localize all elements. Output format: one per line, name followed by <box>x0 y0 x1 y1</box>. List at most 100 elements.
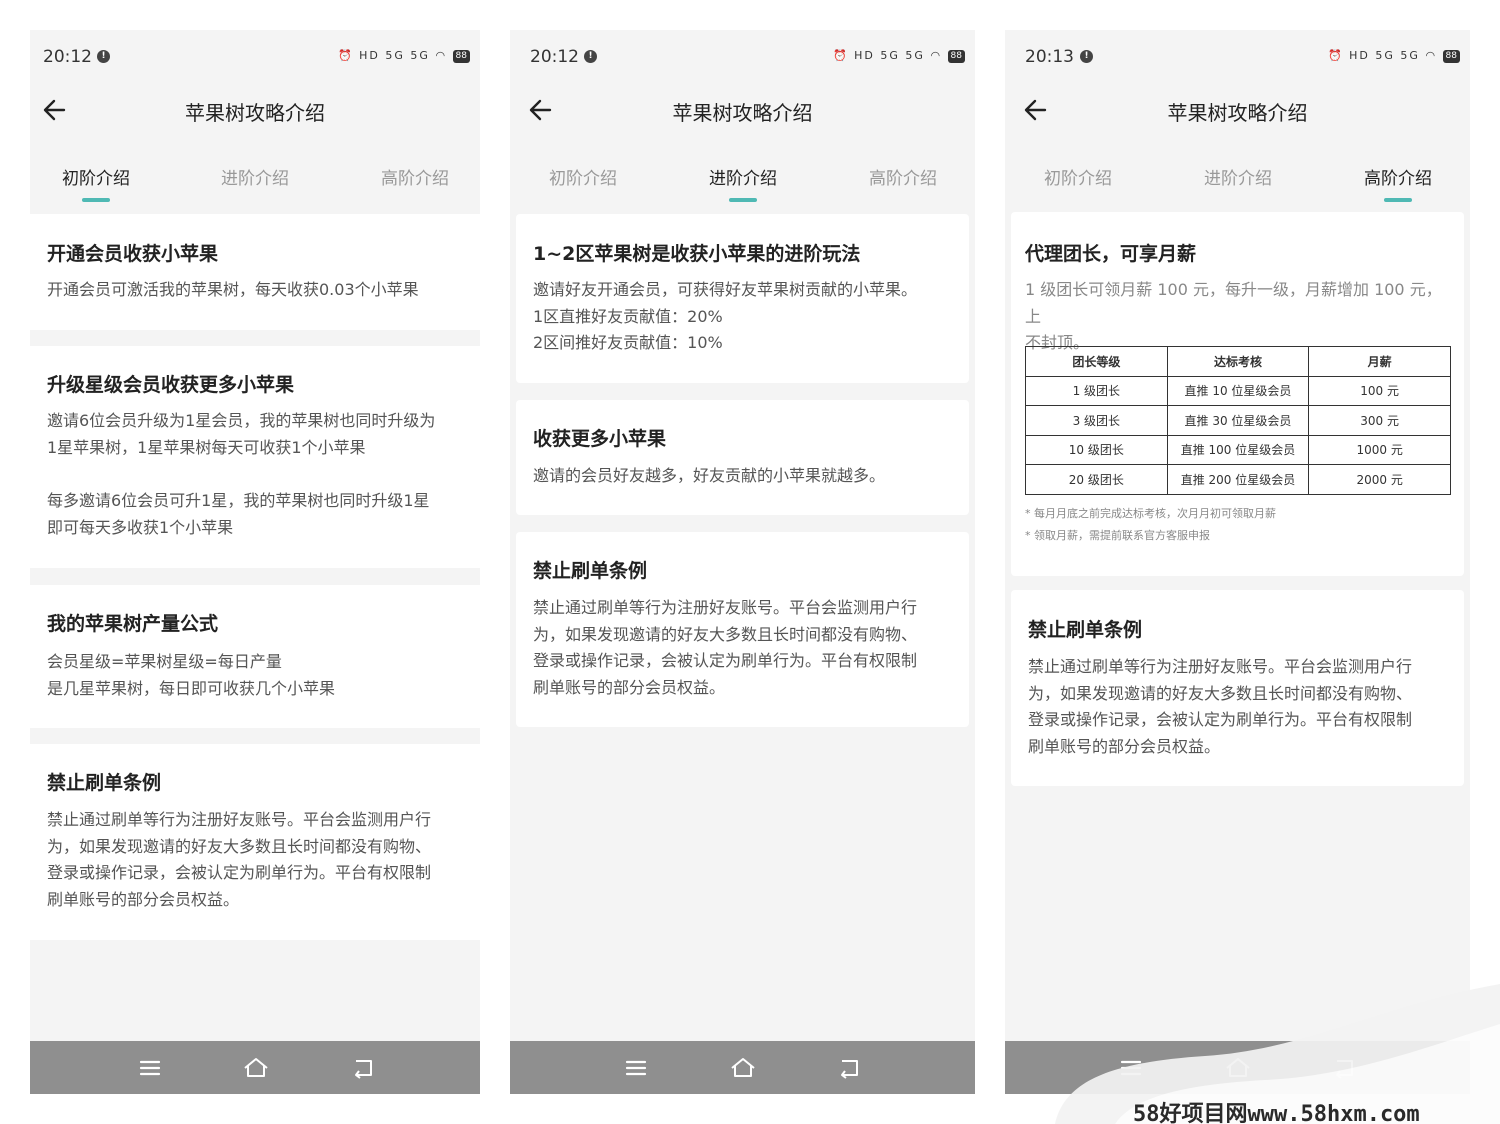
footnote: * 领取月薪，需提前联系官方客服申报 <box>1025 529 1210 542</box>
card-line <box>47 461 466 488</box>
card-title: 我的苹果树产量公式 <box>47 613 219 635</box>
signal-icons: ⏰ HD 5G 5G ◠ <box>337 49 448 62</box>
notification-icon: ! <box>1080 50 1093 63</box>
card-line: 1 级团长可领月薪 100 元，每升一级，月薪增加 100 元，上 <box>1025 280 1442 326</box>
card-line: 登录或操作记录，会被认定为刷单行为。平台有权限制 <box>47 863 432 882</box>
card-title: 禁止刷单条例 <box>47 772 162 794</box>
card-line: 禁止通过刷单等行为注册好友账号。平台会监测用户行 <box>533 598 918 617</box>
card-line: 即可每天多收获1个小苹果 <box>47 517 234 537</box>
table-cell: 直推 200 位星级会员 <box>1166 464 1310 495</box>
card-text: 禁止通过刷单等行为注册好友账号。平台会监测用户行 为，如果发现邀请的好友大多数且… <box>533 595 955 701</box>
menu-icon[interactable] <box>622 1056 650 1080</box>
table-cell: 直推 100 位星级会员 <box>1166 434 1310 465</box>
card-line: 刷单账号的部分会员权益。 <box>533 677 726 697</box>
info-card: 禁止刷单条例 禁止通过刷单等行为注册好友账号。平台会监测用户行 为，如果发现邀请… <box>1011 590 1464 786</box>
info-card: 1~2区苹果树是收获小苹果的进阶玩法 邀请好友开通会员，可获得好友苹果树贡献的小… <box>516 214 969 383</box>
content-area: 开通会员收获小苹果 开通会员可激活我的苹果树，每天收获0.03个小苹果 升级星级… <box>30 214 480 1041</box>
tab-advanced[interactable]: 进阶介绍 <box>683 164 803 202</box>
notification-icon: ! <box>584 50 597 63</box>
table-cell: 20 级团长 <box>1025 464 1168 495</box>
table-cell: 2000 元 <box>1308 464 1451 495</box>
card-line: 邀请好友开通会员，可获得好友苹果树贡献的小苹果。 <box>533 280 918 299</box>
back-icon[interactable] <box>350 1056 378 1080</box>
info-card: 禁止刷单条例 禁止通过刷单等行为注册好友账号。平台会监测用户行 为，如果发现邀请… <box>516 532 969 727</box>
content-area: 1~2区苹果树是收获小苹果的进阶玩法 邀请好友开通会员，可获得好友苹果树贡献的小… <box>510 214 975 1041</box>
info-card: 禁止刷单条例 禁止通过刷单等行为注册好友账号。平台会监测用户行 为，如果发现邀请… <box>30 744 480 940</box>
card-title: 1~2区苹果树是收获小苹果的进阶玩法 <box>533 243 861 265</box>
status-icons: ⏰ HD 5G 5G ◠ 88 <box>833 49 965 63</box>
tab-beginner[interactable]: 初阶介绍 <box>523 164 643 189</box>
table-row: 20 级团长 直推 200 位星级会员 2000 元 <box>1025 464 1451 495</box>
card-line: 1区直推好友贡献值：20% <box>533 306 723 326</box>
tab-bar: 初阶介绍 进阶介绍 高阶介绍 <box>30 156 480 206</box>
phone-screen-expert: 20:13 ! ⏰ HD 5G 5G ◠ 88 苹果树攻略介绍 初阶介绍 进阶介… <box>1005 30 1470 1094</box>
table-cell: 300 元 <box>1308 405 1451 436</box>
menu-icon[interactable] <box>136 1056 164 1080</box>
table-cell: 直推 30 位星级会员 <box>1166 405 1310 436</box>
nav-bar: 苹果树攻略介绍 <box>30 82 480 138</box>
salary-table: 团长等级 达标考核 月薪 1 级团长 直推 10 位星级会员 100 元 3 级… <box>1025 346 1451 495</box>
tab-advanced[interactable]: 进阶介绍 <box>1178 164 1298 189</box>
signal-icons: ⏰ HD 5G 5G ◠ <box>832 49 943 62</box>
status-time: 20:13 <box>1025 47 1074 67</box>
signal-icons: ⏰ HD 5G 5G ◠ <box>1327 49 1438 62</box>
status-time: 20:12 <box>530 47 579 67</box>
card-title: 收获更多小苹果 <box>533 428 667 450</box>
card-text: 邀请的会员好友越多，好友贡献的小苹果就越多。 <box>533 463 955 490</box>
status-bar: 20:12 ! ⏰ HD 5G 5G ◠ 88 <box>30 30 480 82</box>
phone-screen-beginner: 20:12 ! ⏰ HD 5G 5G ◠ 88 苹果树攻略介绍 初阶介绍 进阶介… <box>30 30 480 1094</box>
table-cell: 1 级团长 <box>1025 375 1168 406</box>
tab-expert[interactable]: 高阶介绍 <box>1338 164 1458 202</box>
footnote: * 每月月底之前完成达标考核，次月月初可领取月薪 <box>1025 507 1276 520</box>
card-line: 每多邀请6位会员可升1星，我的苹果树也同时升级1星 <box>47 491 430 510</box>
card-line: 会员星级=苹果树星级=每日产量 <box>47 652 282 671</box>
tab-beginner[interactable]: 初阶介绍 <box>36 164 156 202</box>
info-card: 升级星级会员收获更多小苹果 邀请6位会员升级为1星会员，我的苹果树也同时升级为 … <box>30 346 480 568</box>
tab-advanced[interactable]: 进阶介绍 <box>195 164 315 189</box>
card-line: 1星苹果树，1星苹果树每天可收获1个小苹果 <box>47 437 366 457</box>
card-line: 为，如果发现邀请的好友大多数且长时间都没有购物、 <box>1028 683 1413 703</box>
tab-expert[interactable]: 高阶介绍 <box>843 164 963 189</box>
table-row: 1 级团长 直推 10 位星级会员 100 元 <box>1025 375 1451 406</box>
card-line: 登录或操作记录，会被认定为刷单行为。平台有权限制 <box>533 651 918 670</box>
card-line: 禁止通过刷单等行为注册好友账号。平台会监测用户行 <box>47 810 432 829</box>
tab-expert[interactable]: 高阶介绍 <box>355 164 475 189</box>
content-area: 代理团长，可享月薪 1 级团长可领月薪 100 元，每升一级，月薪增加 100 … <box>1005 212 1470 1041</box>
card-text: 禁止通过刷单等行为注册好友账号。平台会监测用户行 为，如果发现邀请的好友大多数且… <box>1028 654 1450 760</box>
card-title: 开通会员收获小苹果 <box>47 243 219 265</box>
table-cell: 直推 10 位星级会员 <box>1166 375 1310 406</box>
table-cell: 1000 元 <box>1308 434 1451 465</box>
card-line: 是几星苹果树，每日即可收获几个小苹果 <box>47 678 336 698</box>
home-icon[interactable] <box>729 1056 757 1080</box>
watermark-text: 58好项目网www.58hxm.com <box>1133 1102 1420 1124</box>
page-title: 苹果树攻略介绍 <box>1167 101 1308 125</box>
card-text: 邀请6位会员升级为1星会员，我的苹果树也同时升级为 1星苹果树，1星苹果树每天可… <box>47 408 466 541</box>
info-card: 收获更多小苹果 邀请的会员好友越多，好友贡献的小苹果就越多。 <box>516 400 969 515</box>
nav-bar: 苹果树攻略介绍 <box>510 82 975 138</box>
notification-icon: ! <box>97 50 110 63</box>
card-text: 会员星级=苹果树星级=每日产量 是几星苹果树，每日即可收获几个小苹果 <box>47 649 466 702</box>
home-icon[interactable] <box>242 1056 270 1080</box>
battery-icon: 88 <box>452 49 470 63</box>
status-bar: 20:13 ! ⏰ HD 5G 5G ◠ 88 <box>1005 30 1470 82</box>
card-line: 邀请6位会员升级为1星会员，我的苹果树也同时升级为 <box>47 411 436 430</box>
card-title: 代理团长，可享月薪 <box>1025 243 1197 265</box>
back-icon[interactable] <box>836 1056 864 1080</box>
battery-icon: 88 <box>1442 49 1460 63</box>
status-bar: 20:12 ! ⏰ HD 5G 5G ◠ 88 <box>510 30 975 82</box>
card-line: 刷单账号的部分会员权益。 <box>1028 736 1221 756</box>
table-row: 10 级团长 直推 100 位星级会员 1000 元 <box>1025 434 1451 465</box>
status-icons: ⏰ HD 5G 5G ◠ 88 <box>1328 49 1460 63</box>
card-line: 开通会员可激活我的苹果树，每天收获0.03个小苹果 <box>47 280 419 299</box>
info-card: 代理团长，可享月薪 1 级团长可领月薪 100 元，每升一级，月薪增加 100 … <box>1011 212 1464 576</box>
tab-bar: 初阶介绍 进阶介绍 高阶介绍 <box>510 156 975 206</box>
column-header: 团长等级 <box>1025 346 1168 377</box>
table-cell: 3 级团长 <box>1025 405 1168 436</box>
card-line: 邀请的会员好友越多，好友贡献的小苹果就越多。 <box>533 466 886 485</box>
info-card: 我的苹果树产量公式 会员星级=苹果树星级=每日产量 是几星苹果树，每日即可收获几… <box>30 585 480 728</box>
card-line: 2区间推好友贡献值：10% <box>533 333 723 352</box>
status-icons: ⏰ HD 5G 5G ◠ 88 <box>338 49 470 63</box>
card-title: 禁止刷单条例 <box>1028 619 1143 641</box>
tab-beginner[interactable]: 初阶介绍 <box>1018 164 1138 189</box>
card-text: 1 级团长可领月薪 100 元，每升一级，月薪增加 100 元，上 不封顶。 <box>1025 277 1450 357</box>
